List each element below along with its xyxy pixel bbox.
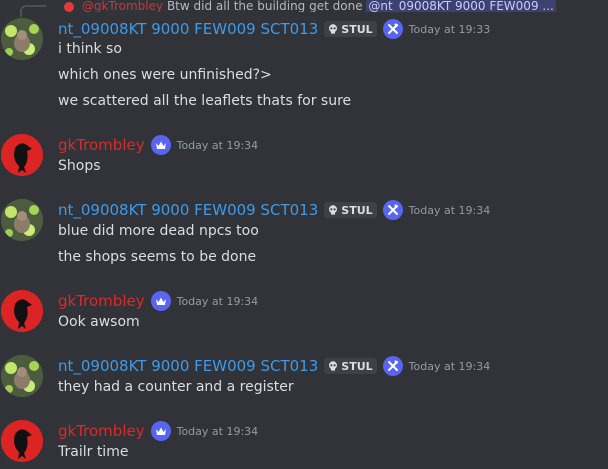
reply-preview[interactable]: @gkTrombley Btw did all the building get… bbox=[64, 0, 608, 12]
message-group: gkTrombley Today at 19:34 Shops bbox=[0, 134, 608, 182]
message-line: the shops seems to be done bbox=[58, 249, 257, 265]
reply-text: Btw did all the building get done bbox=[166, 0, 363, 12]
author-name[interactable]: nt_09008KT 9000 FEW009 SCT013 bbox=[58, 19, 318, 39]
message-line: we scattered all the leaflets thats for … bbox=[58, 93, 352, 109]
message-line: which ones were unfinished?> bbox=[58, 67, 272, 83]
wrench-hammer-icon[interactable] bbox=[382, 19, 403, 39]
message-line: they had a counter and a register bbox=[58, 379, 294, 395]
timestamp[interactable]: Today at 19:34 bbox=[177, 139, 259, 152]
crown-icon[interactable] bbox=[150, 291, 171, 311]
server-tag[interactable]: STUL bbox=[324, 358, 377, 374]
message-header: gkTrombley Today at 19:34 bbox=[58, 291, 258, 311]
message-line: blue did more dead npcs too bbox=[58, 223, 259, 239]
server-tag-label: STUL bbox=[341, 359, 373, 373]
avatar[interactable] bbox=[1, 199, 43, 241]
wrench-hammer-icon[interactable] bbox=[382, 200, 403, 220]
avatar[interactable] bbox=[1, 355, 43, 397]
message-group: gkTrombley Today at 19:34 Ook awsom bbox=[0, 290, 608, 338]
reply-author[interactable]: @gkTrombley bbox=[82, 0, 163, 12]
message-group: nt_09008KT 9000 FEW009 SCT013 STUL Today… bbox=[0, 355, 608, 403]
message-header: nt_09008KT 9000 FEW009 SCT013 STUL Today… bbox=[58, 19, 490, 39]
message-header: gkTrombley Today at 19:34 bbox=[58, 421, 258, 441]
message-header: nt_09008KT 9000 FEW009 SCT013 STUL Today… bbox=[58, 356, 490, 376]
reply-mention[interactable]: @nt_09008KT 9000 FEW009 ... bbox=[366, 0, 556, 12]
message-line: Ook awsom bbox=[58, 314, 140, 330]
message-line: i think so bbox=[58, 41, 122, 57]
server-tag-label: STUL bbox=[341, 22, 373, 36]
message-line: Trailr time bbox=[58, 444, 129, 460]
avatar[interactable] bbox=[1, 420, 43, 462]
timestamp[interactable]: Today at 19:34 bbox=[409, 204, 491, 217]
message-group: gkTrombley Today at 19:34 Trailr time bbox=[0, 420, 608, 468]
avatar[interactable] bbox=[1, 290, 43, 332]
skull-icon bbox=[329, 361, 338, 371]
server-tag[interactable]: STUL bbox=[324, 202, 377, 218]
skull-icon bbox=[329, 205, 338, 215]
avatar[interactable] bbox=[1, 134, 43, 176]
wrench-hammer-icon[interactable] bbox=[382, 356, 403, 376]
server-tag[interactable]: STUL bbox=[324, 21, 377, 37]
author-name[interactable]: gkTrombley bbox=[58, 135, 145, 155]
message-line: Shops bbox=[58, 158, 101, 174]
server-tag-label: STUL bbox=[341, 203, 373, 217]
skull-icon bbox=[329, 24, 338, 34]
message-header: nt_09008KT 9000 FEW009 SCT013 STUL Today… bbox=[58, 200, 490, 220]
crown-icon[interactable] bbox=[150, 421, 171, 441]
message-group: nt_09008KT 9000 FEW009 SCT013 STUL Today… bbox=[0, 18, 608, 114]
author-name[interactable]: gkTrombley bbox=[58, 421, 145, 441]
message-group: nt_09008KT 9000 FEW009 SCT013 STUL Today… bbox=[0, 199, 608, 269]
timestamp[interactable]: Today at 19:34 bbox=[409, 360, 491, 373]
message-header: gkTrombley Today at 19:34 bbox=[58, 135, 258, 155]
timestamp[interactable]: Today at 19:34 bbox=[177, 295, 259, 308]
crown-icon[interactable] bbox=[150, 135, 171, 155]
author-name[interactable]: gkTrombley bbox=[58, 291, 145, 311]
avatar[interactable] bbox=[1, 18, 43, 60]
author-name[interactable]: nt_09008KT 9000 FEW009 SCT013 bbox=[58, 200, 318, 220]
timestamp[interactable]: Today at 19:33 bbox=[409, 23, 491, 36]
reply-spine bbox=[20, 5, 46, 17]
timestamp[interactable]: Today at 19:34 bbox=[177, 425, 259, 438]
author-name[interactable]: nt_09008KT 9000 FEW009 SCT013 bbox=[58, 356, 318, 376]
reply-avatar bbox=[64, 1, 74, 12]
